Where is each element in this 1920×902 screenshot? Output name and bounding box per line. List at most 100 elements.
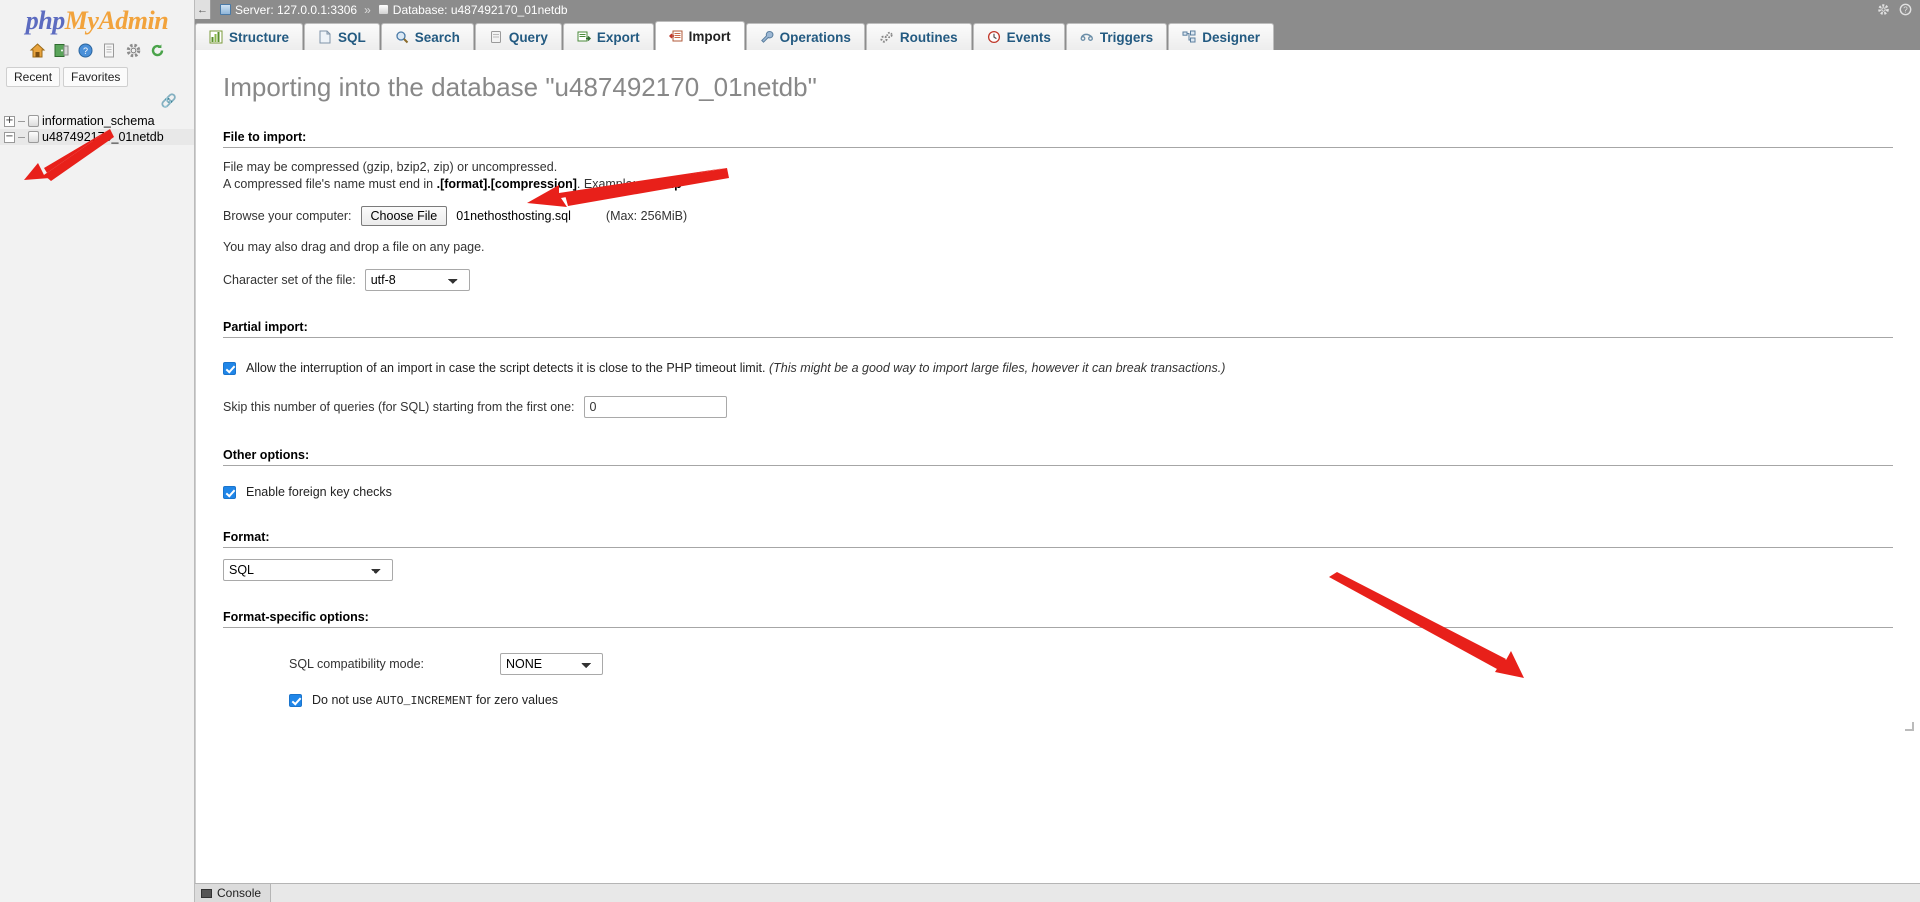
help-icon[interactable]: ? — [77, 42, 94, 59]
breadcrumb-server[interactable]: Server: 127.0.0.1:3306 — [220, 3, 357, 17]
fieldset-file-to-import-legend: File to import: — [223, 130, 1893, 148]
tree-connector — [18, 136, 25, 138]
sidebar-item-u487492170_01netdb[interactable]: − u487492170_01netdb — [0, 129, 194, 145]
dragdrop-note: You may also drag and drop a file on any… — [223, 240, 485, 254]
note2-part-c: . Example: — [576, 177, 640, 191]
server-exit-icon[interactable] — [53, 42, 70, 59]
sidebar-tab-favorites[interactable]: Favorites — [63, 67, 129, 87]
tab-label: Structure — [229, 29, 290, 45]
documentation-icon[interactable] — [101, 42, 118, 59]
svg-text:?: ? — [82, 46, 87, 56]
charset-row: Character set of the file: utf-8 — [223, 269, 1893, 291]
sidebar-item-information_schema[interactable]: + information_schema — [0, 113, 194, 129]
tab-events[interactable]: Events — [972, 23, 1065, 50]
skip-queries-row: Skip this number of queries (for SQL) st… — [223, 396, 1893, 418]
svg-text:?: ? — [1903, 6, 1908, 15]
tab-sql[interactable]: SQL — [304, 23, 380, 50]
foreign-key-row: Enable foreign key checks — [223, 485, 1893, 500]
resize-handle[interactable] — [1905, 722, 1914, 731]
import-icon — [668, 29, 683, 43]
foreign-key-label[interactable]: Enable foreign key checks — [246, 485, 392, 500]
autoincrement-checkbox[interactable] — [289, 694, 302, 707]
allow-interrupt-text: Allow the interruption of an import in c… — [246, 361, 766, 375]
logo-php: php — [25, 6, 65, 35]
tab-label: Query — [508, 29, 548, 45]
sidebar-footer-pad — [0, 883, 195, 902]
fieldset-other-options-legend: Other options: — [223, 448, 1893, 466]
fieldset-partial-import-body: Allow the interruption of an import in c… — [223, 338, 1893, 418]
fieldset-format-specific-legend: Format-specific options: — [223, 610, 1893, 628]
query-icon — [489, 30, 503, 44]
browse-label: Browse your computer: — [223, 209, 352, 223]
logo-my: My — [64, 6, 99, 35]
help-circle-icon[interactable]: ? — [1899, 3, 1912, 16]
tab-search[interactable]: Search — [380, 23, 474, 50]
skip-queries-label: Skip this number of queries (for SQL) st… — [223, 400, 575, 414]
console-toggle-button[interactable]: Console — [195, 884, 272, 902]
sidebar-item-label[interactable]: u487492170_01netdb — [42, 130, 164, 144]
compression-note-line1: File may be compressed (gzip, bzip2, zip… — [223, 160, 558, 174]
expand-icon[interactable]: + — [4, 115, 15, 127]
logo[interactable]: phpMyAdmin — [0, 0, 194, 36]
charset-label: Character set of the file: — [223, 273, 356, 287]
autoinc-text-c: for zero values — [472, 693, 559, 707]
topbar-actions: ? — [1877, 3, 1920, 16]
format-select[interactable]: SQL — [223, 559, 393, 581]
search-icon — [395, 30, 409, 44]
collapse-icon[interactable]: − — [4, 131, 15, 143]
fieldset-file-to-import-body: File may be compressed (gzip, bzip2, zip… — [223, 148, 1893, 291]
skip-queries-input[interactable] — [583, 396, 727, 418]
tree-connector — [18, 120, 25, 122]
sql-compat-label: SQL compatibility mode: — [289, 657, 425, 671]
tab-triggers[interactable]: Triggers — [1065, 23, 1168, 50]
reload-icon[interactable] — [149, 42, 166, 59]
sidebar-item-label[interactable]: information_schema — [42, 114, 155, 128]
console-bar: Console — [195, 883, 1920, 902]
fieldset-partial-import-legend: Partial import: — [223, 320, 1893, 338]
compression-note-line2: A compressed file's name must end in .[f… — [223, 176, 1893, 193]
allow-interrupt-label[interactable]: Allow the interruption of an import in c… — [246, 361, 1225, 376]
allow-interrupt-hint: (This might be a good way to import larg… — [768, 361, 1226, 375]
link-chain-icon[interactable]: 🔗 — [161, 93, 177, 109]
breadcrumb-database-label: Database: u487492170_01netdb — [392, 2, 568, 17]
breadcrumb-database[interactable]: Database: u487492170_01netdb — [377, 2, 568, 17]
settings-icon[interactable] — [125, 42, 142, 59]
page-title: Importing into the database "u487492170_… — [223, 72, 817, 102]
collapse-sidebar-button[interactable]: ← — [195, 0, 211, 19]
charset-select[interactable]: utf-8 — [364, 269, 470, 291]
foreign-key-checkbox[interactable] — [223, 486, 236, 499]
fieldset-other-options-body: Enable foreign key checks — [223, 466, 1893, 500]
tab-label: Export — [596, 29, 640, 45]
sidebar-tab-recent[interactable]: Recent — [6, 67, 61, 87]
tab-label: Search — [414, 29, 460, 45]
tab-structure[interactable]: Structure — [195, 23, 304, 50]
breadcrumb-separator: » — [364, 2, 371, 17]
home-icon[interactable] — [29, 42, 46, 59]
allow-interrupt-checkbox[interactable] — [223, 362, 236, 375]
sql-icon — [318, 30, 332, 44]
structure-icon — [209, 30, 223, 44]
sql-compat-select[interactable]: NONE — [500, 653, 603, 675]
tab-import[interactable]: Import — [654, 21, 745, 50]
console-label: Console — [217, 886, 262, 900]
tab-operations[interactable]: Operations — [745, 23, 865, 50]
designer-icon — [1182, 30, 1196, 44]
tab-export[interactable]: Export — [562, 23, 654, 50]
tab-label: SQL — [338, 29, 366, 45]
sidebar-tabs: Recent Favorites — [0, 65, 194, 91]
routines-icon — [880, 30, 894, 44]
database-icon — [377, 4, 389, 15]
logo-admin: Admin — [98, 6, 169, 35]
tab-routines[interactable]: Routines — [865, 23, 972, 50]
choose-file-button[interactable]: Choose File — [360, 206, 448, 226]
sidebar-icon-bar: ? — [0, 42, 194, 59]
autoincrement-label[interactable]: Do not use AUTO_INCREMENT for zero value… — [312, 693, 558, 709]
tab-designer[interactable]: Designer — [1168, 23, 1274, 50]
autoincrement-row: Do not use AUTO_INCREMENT for zero value… — [223, 693, 1893, 709]
sql-compat-row: SQL compatibility mode: NONE — [223, 653, 1893, 675]
gear-icon[interactable] — [1877, 3, 1890, 16]
topbar: ← Server: 127.0.0.1:3306 » Database: u48… — [195, 0, 1920, 19]
tab-query[interactable]: Query — [474, 23, 562, 50]
note2-format-token: .[format].[compression] — [436, 177, 577, 191]
terminal-icon — [201, 888, 212, 898]
